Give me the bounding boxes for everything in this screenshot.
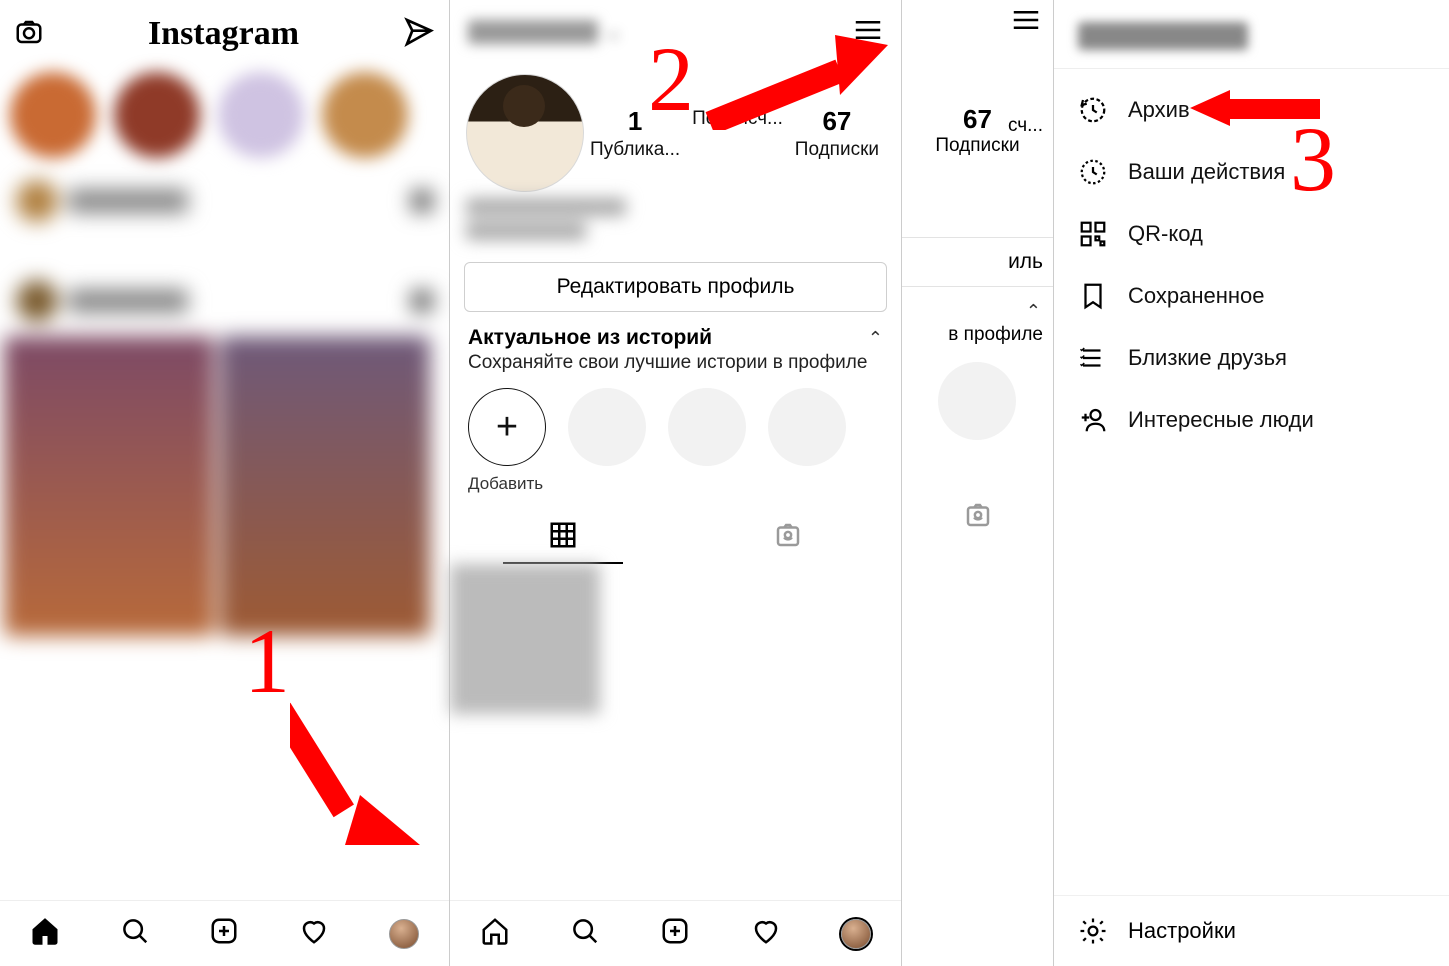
annotation-arrow-2 xyxy=(700,30,890,130)
menu-header xyxy=(1054,0,1449,69)
following-label: Подписки xyxy=(795,139,879,161)
post-grid xyxy=(450,564,901,714)
menu-label: Сохраненное xyxy=(1128,283,1265,309)
tagged-tab[interactable] xyxy=(902,500,1053,530)
activity-heart-icon[interactable] xyxy=(751,916,781,951)
menu-label: Настройки xyxy=(1128,918,1236,944)
highlights-subtitle: Сохраняйте свои лучшие истории в профиле xyxy=(450,350,901,374)
menu-label: Архив xyxy=(1128,97,1190,123)
feed-post-blurred xyxy=(0,266,449,636)
highlight-placeholder xyxy=(768,388,846,466)
annotation-arrow-1 xyxy=(290,690,430,850)
menu-label: Ваши действия xyxy=(1128,159,1285,185)
bottom-nav xyxy=(0,900,449,966)
home-icon[interactable] xyxy=(30,916,60,951)
home-icon[interactable] xyxy=(480,916,510,951)
hamburger-menu-icon[interactable] xyxy=(1011,10,1041,54)
profile-avatar[interactable] xyxy=(466,74,584,192)
search-icon[interactable] xyxy=(570,916,600,951)
highlight-placeholder xyxy=(668,388,746,466)
edit-profile-button[interactable]: Редактировать профиль xyxy=(464,262,887,312)
tagged-tab[interactable] xyxy=(676,506,902,564)
annotation-arrow-3 xyxy=(1190,88,1320,128)
profile-tab-avatar[interactable] xyxy=(841,919,871,949)
menu-your-activity[interactable]: Ваши действия xyxy=(1054,141,1449,203)
activity-heart-icon[interactable] xyxy=(299,916,329,951)
highlight-placeholder xyxy=(568,388,646,466)
posts-label: Публика... xyxy=(590,139,680,161)
highlights-header[interactable]: Актуальное из историй ⌃ xyxy=(450,312,901,350)
menu-label: Интересные люди xyxy=(1128,407,1314,433)
username-blurred xyxy=(1078,22,1248,50)
profile-screen-partial: 67 Подписки сч... иль ⌃ в профиле xyxy=(902,0,1054,966)
profile-bio-blurred xyxy=(466,198,885,254)
menu-settings[interactable]: Настройки xyxy=(1054,895,1449,966)
chevron-up-icon: ⌃ xyxy=(868,328,883,349)
new-post-icon[interactable] xyxy=(660,916,690,951)
instagram-logo: Instagram xyxy=(148,15,299,53)
menu-label: Близкие друзья xyxy=(1128,345,1287,371)
add-highlight-label: Добавить xyxy=(450,470,901,498)
chevron-up-icon: ⌃ xyxy=(1026,301,1041,322)
posts-stat[interactable]: 1 Публика... xyxy=(590,106,680,161)
bottom-nav xyxy=(450,900,901,966)
highlights-title: Актуальное из историй xyxy=(468,326,712,350)
edit-profile-partial[interactable]: иль xyxy=(902,237,1053,287)
grid-tab[interactable] xyxy=(450,506,676,564)
posts-count: 1 xyxy=(590,106,680,137)
menu-discover-people[interactable]: Интересные люди xyxy=(1054,389,1449,451)
feed-post-blurred xyxy=(0,166,449,236)
following-label: Подписки xyxy=(902,135,1053,157)
settings-menu: Архив Ваши действия QR-код Сохраненное Б… xyxy=(1054,0,1449,966)
chevron-down-icon: ⌄ xyxy=(606,22,621,43)
add-highlight-button[interactable]: + xyxy=(468,388,546,466)
camera-icon[interactable] xyxy=(14,17,44,52)
menu-close-friends[interactable]: Близкие друзья xyxy=(1054,327,1449,389)
username-dropdown[interactable]: ⌄ xyxy=(468,20,621,44)
search-icon[interactable] xyxy=(120,916,150,951)
stories-row[interactable] xyxy=(0,64,449,166)
highlight-placeholder xyxy=(938,362,1016,440)
highlights-subtitle-partial: в профиле xyxy=(902,322,1053,348)
profile-screen: ⌄ 1 Публика... Подписч... 67 Подписки xyxy=(450,0,902,966)
feed-header: Instagram xyxy=(0,0,449,64)
menu-label: QR-код xyxy=(1128,221,1203,247)
post-thumbnail[interactable] xyxy=(450,564,600,714)
direct-messages-icon[interactable] xyxy=(403,16,435,53)
new-post-icon[interactable] xyxy=(209,916,239,951)
menu-qr-code[interactable]: QR-код xyxy=(1054,203,1449,265)
profile-tabs xyxy=(450,506,901,564)
menu-saved[interactable]: Сохраненное xyxy=(1054,265,1449,327)
highlights-row: + xyxy=(450,374,901,470)
profile-tab-avatar[interactable] xyxy=(389,919,419,949)
